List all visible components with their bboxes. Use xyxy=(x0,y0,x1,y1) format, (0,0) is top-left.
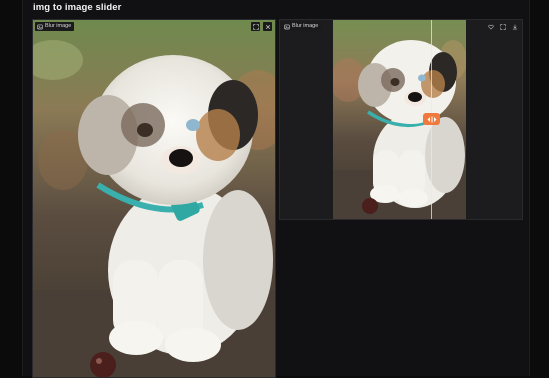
close-icon xyxy=(265,24,270,29)
puppy-illustration xyxy=(333,20,466,219)
heart-icon xyxy=(487,24,494,29)
download-button[interactable] xyxy=(510,22,519,31)
favorite-button[interactable] xyxy=(486,22,495,31)
image-label-text: Blur image xyxy=(45,23,72,29)
image-label-badge: Blur image xyxy=(35,22,75,31)
download-icon xyxy=(512,24,517,29)
puppy-illustration xyxy=(33,20,275,377)
image-toolbar xyxy=(251,22,272,31)
close-button[interactable] xyxy=(263,22,272,31)
arrows-left-right-icon xyxy=(427,116,436,122)
page-title: img to image slider xyxy=(33,2,122,13)
output-slider-panel[interactable]: Blur image xyxy=(279,19,523,220)
image-icon xyxy=(37,24,43,29)
image-toolbar xyxy=(486,22,519,31)
expand-icon xyxy=(499,23,506,30)
puppy-image xyxy=(33,20,275,377)
image-label-text: Blur image xyxy=(292,23,319,29)
slider-handle[interactable] xyxy=(423,113,440,125)
input-image-panel[interactable]: Blur image xyxy=(32,19,276,378)
image-label-badge: Blur image xyxy=(282,22,322,31)
image-icon xyxy=(284,24,290,29)
expand-icon xyxy=(252,23,259,30)
expand-button[interactable] xyxy=(251,22,260,31)
app-window: img to image slider Blur image Blur imag… xyxy=(22,0,530,378)
expand-button[interactable] xyxy=(498,22,507,31)
comparison-image[interactable] xyxy=(333,20,466,219)
